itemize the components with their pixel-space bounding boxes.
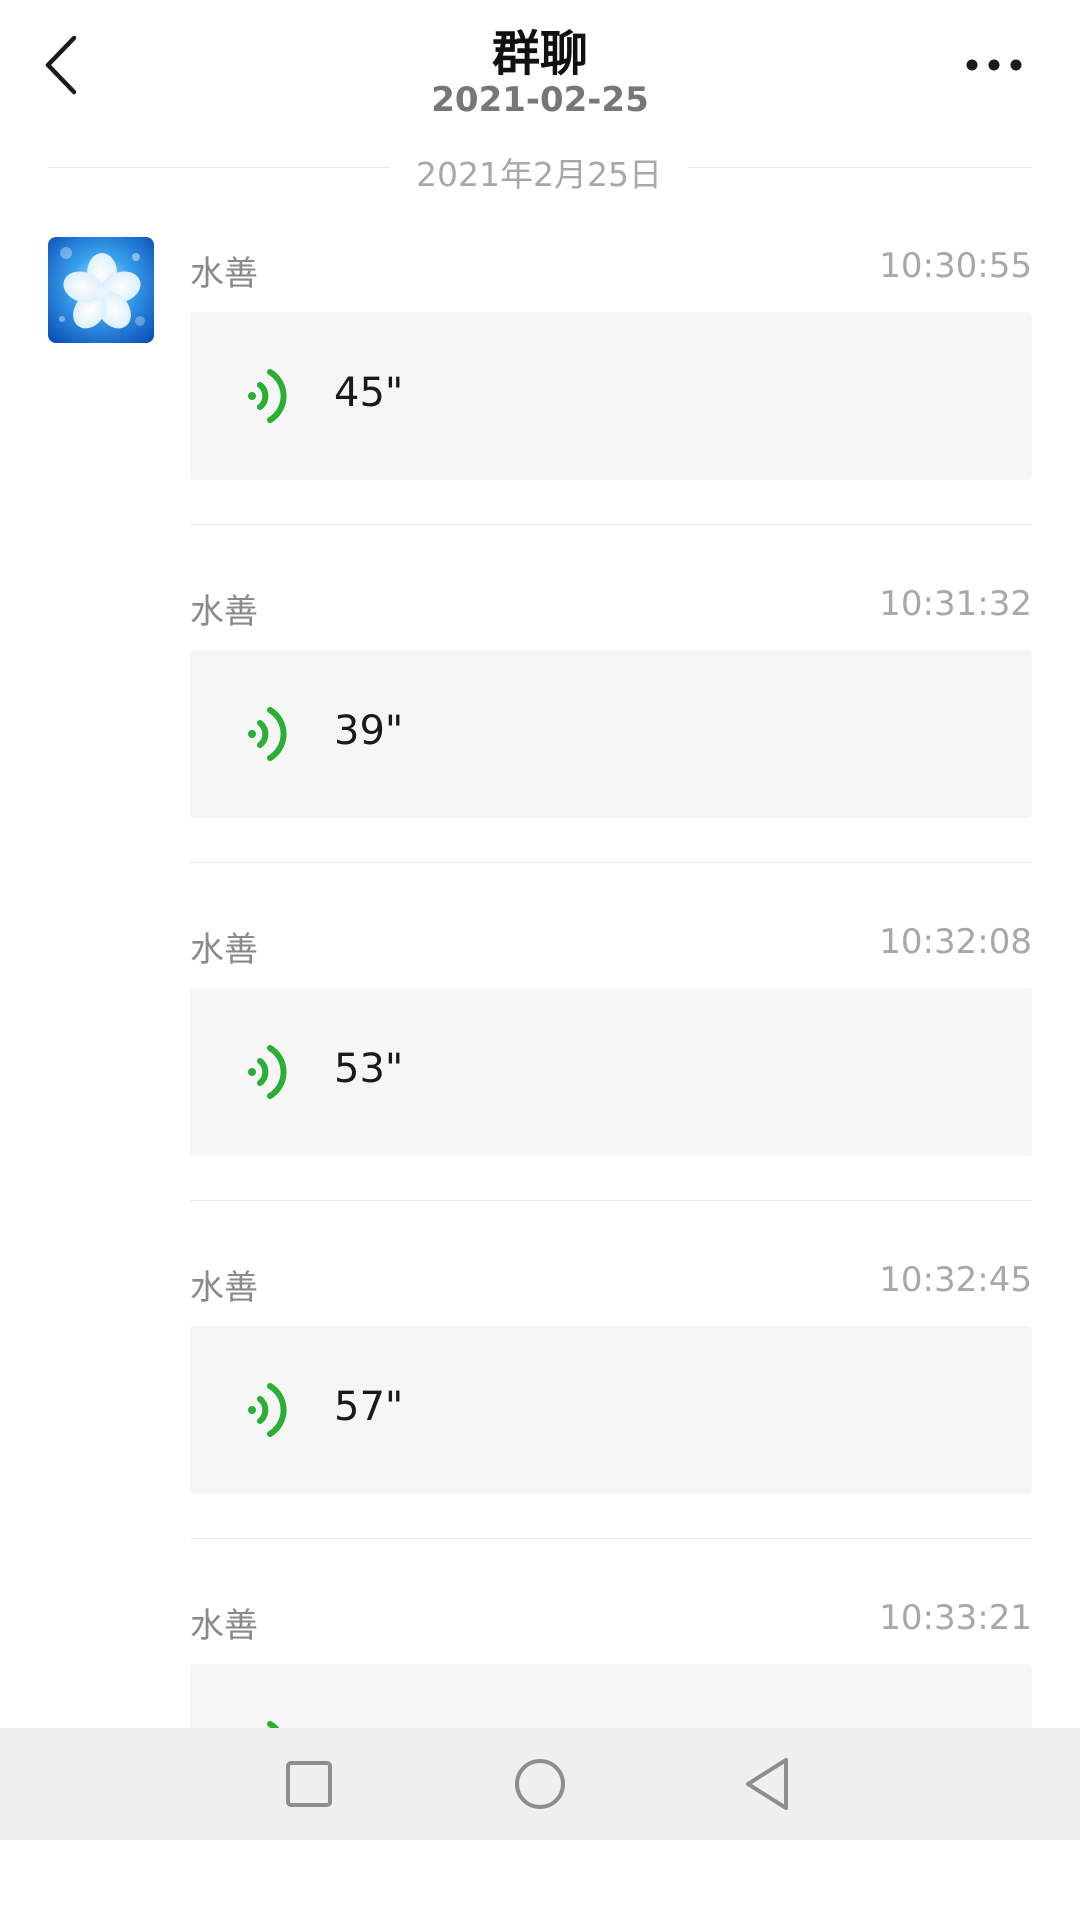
message-time: 10:31:32 xyxy=(879,584,1032,624)
voice-wave-icon xyxy=(246,362,298,430)
system-nav-bar xyxy=(0,1728,1080,1840)
message-divider xyxy=(190,1538,1032,1539)
message-divider xyxy=(190,524,1032,525)
voice-message-bubble[interactable]: 53" xyxy=(190,988,1032,1156)
voice-duration: 53" xyxy=(334,1046,404,1092)
separator-line-left xyxy=(48,167,390,168)
page-subtitle: 2021-02-25 xyxy=(431,80,649,120)
date-separator-label: 2021年2月25日 xyxy=(416,155,662,194)
voice-duration: 57" xyxy=(334,1384,404,1430)
sender-avatar[interactable] xyxy=(48,237,154,343)
voice-message-bubble[interactable]: 57" xyxy=(190,1326,1032,1494)
message-item: 水善 10:32:08 53" xyxy=(190,910,1032,1248)
voice-message-bubble[interactable]: 39" xyxy=(190,650,1032,818)
header-bar: 群聊 2021-02-25 xyxy=(0,0,1080,150)
circle-icon[interactable] xyxy=(504,1748,576,1820)
message-divider xyxy=(190,1200,1032,1201)
voice-duration: 39" xyxy=(334,708,404,754)
separator-line-right xyxy=(688,167,1032,168)
message-time: 10:30:55 xyxy=(879,246,1032,286)
voice-wave-icon xyxy=(246,1038,298,1106)
page-title: 群聊 xyxy=(491,26,588,82)
message-item: 水善 10:30:55 45" xyxy=(190,234,1032,572)
more-dots-icon[interactable] xyxy=(960,48,1028,82)
voice-duration: 45" xyxy=(334,370,404,416)
message-time: 10:32:08 xyxy=(879,922,1032,962)
flower-avatar xyxy=(48,237,154,343)
triangle-back-icon[interactable] xyxy=(734,1748,806,1820)
message-time: 10:32:45 xyxy=(879,1260,1032,1300)
message-item: 水善 10:32:45 57" xyxy=(190,1248,1032,1586)
square-icon[interactable] xyxy=(273,1748,345,1820)
message-sender: 水善 xyxy=(190,254,258,294)
message-sender: 水善 xyxy=(190,1268,258,1308)
message-sender: 水善 xyxy=(190,592,258,632)
voice-wave-icon xyxy=(246,700,298,768)
message-item: 水善 10:31:32 39" xyxy=(190,572,1032,910)
voice-wave-icon xyxy=(246,1376,298,1444)
message-time: 10:33:21 xyxy=(879,1598,1032,1638)
message-sender: 水善 xyxy=(190,1606,258,1646)
date-separator: 2021年2月25日 xyxy=(48,148,1032,194)
message-sender: 水善 xyxy=(190,930,258,970)
voice-message-bubble[interactable]: 45" xyxy=(190,312,1032,480)
message-divider xyxy=(190,862,1032,863)
